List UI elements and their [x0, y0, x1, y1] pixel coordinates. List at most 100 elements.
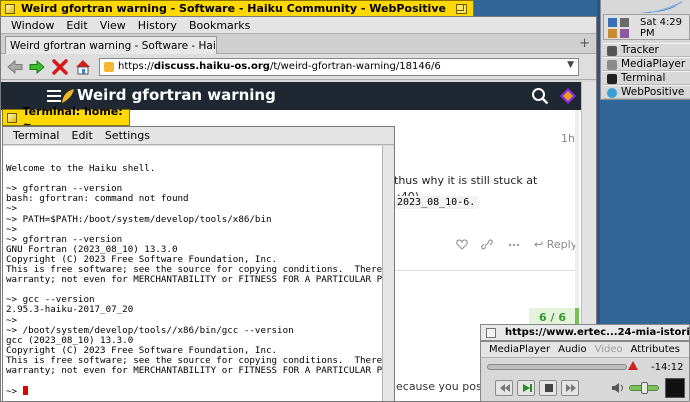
- rewind-icon: [500, 384, 510, 392]
- post-time: 1h: [561, 132, 575, 145]
- window-close-icon[interactable]: [5, 3, 15, 14]
- deskbar-app-tracker[interactable]: Tracker: [603, 43, 690, 57]
- play-button[interactable]: [517, 380, 535, 396]
- terminal-line: warranty; not even for MERCHANTABILITY o…: [6, 274, 395, 286]
- fast-forward-button[interactable]: [561, 380, 579, 396]
- stop-icon: [545, 384, 553, 392]
- terminal-line: 2.95.3-haiku-2017_07_20: [6, 304, 134, 316]
- play-icon: [523, 384, 532, 392]
- terminal-icon: [607, 74, 617, 84]
- menu-window[interactable]: Window: [11, 19, 54, 32]
- mediaplayer-title-tab[interactable]: https://www.ertec...24-mia-istoria.mp3: [480, 324, 690, 341]
- tray-app-icon[interactable]: [608, 29, 617, 38]
- time-remaining: -14:12: [651, 362, 684, 373]
- menu-mediaplayer[interactable]: MediaPlayer: [489, 344, 550, 355]
- mediaplayer-icon: [607, 60, 617, 70]
- forward-arrow-icon[interactable]: [28, 58, 46, 76]
- url-dropdown-icon[interactable]: ▼: [567, 60, 574, 70]
- post-code: 2023_08_10-6.: [394, 196, 479, 209]
- new-tab-icon[interactable]: +: [579, 36, 590, 51]
- terminal-line: Welcome to the Haiku shell.: [6, 163, 156, 175]
- url-host: discuss.haiku-os.org: [153, 61, 270, 72]
- browser-title-tab[interactable]: Weird gfortran warning - Software - Haik…: [0, 0, 474, 16]
- volume-thumb[interactable]: [641, 382, 648, 394]
- deskbar-app-label: WebPositive: [621, 86, 685, 98]
- deskbar-app-webpositive[interactable]: WebPositive: [603, 85, 690, 99]
- volume-icon[interactable]: [620, 18, 629, 27]
- terminal-close-icon[interactable]: [7, 113, 17, 123]
- deskbar: Sat 4:29 PM Tracker MediaPlayer Terminal…: [600, 0, 690, 100]
- menu-bookmarks[interactable]: Bookmarks: [189, 19, 250, 32]
- hamburger-menu-icon[interactable]: [47, 90, 61, 102]
- post-actions: ↩ Reply: [456, 238, 581, 252]
- tracker-icon: [607, 46, 617, 56]
- url-path: /t/weird-gfortran-warning/18146/6: [269, 61, 441, 72]
- share-link-icon[interactable]: [481, 239, 493, 250]
- terminal-output[interactable]: Welcome to the Haiku shell. ~> gfortran …: [3, 146, 395, 401]
- browser-menubar: Window Edit View History Bookmarks: [1, 17, 596, 34]
- mediaplayer-title: https://www.ertec...24-mia-istoria.mp3: [505, 327, 690, 338]
- rewind-button[interactable]: [495, 380, 513, 396]
- browser-navbar: https://discuss.haiku-os.org/t/weird-gfo…: [1, 54, 596, 80]
- seek-slider[interactable]: [487, 364, 627, 370]
- menu-video: Video: [594, 344, 623, 355]
- terminal-line: ~> PATH=$PATH:/boot/system/develop/tools…: [6, 213, 272, 225]
- terminal-scrollbar[interactable]: [382, 146, 394, 401]
- terminal-prompt-line: ~>: [6, 386, 383, 398]
- terminal-line: bash: gfortran: command not found: [6, 193, 189, 205]
- back-arrow-icon[interactable]: [6, 58, 24, 76]
- webpositive-icon: [607, 88, 617, 98]
- browser-tabstrip: Weird gfortran warning - Software - Haik…: [1, 34, 596, 54]
- terminal-window: Terminal Edit Settings Welcome to the Ha…: [2, 126, 395, 402]
- menu-edit[interactable]: Edit: [66, 19, 87, 32]
- album-art: [665, 378, 685, 398]
- post-text-line: thus why it is still stuck at: [394, 174, 538, 187]
- url-prefix: https://: [118, 61, 154, 72]
- mediaplayer-menubar: MediaPlayer Audio Video Attributes: [481, 342, 689, 358]
- terminal-prompt: ~>: [6, 386, 23, 398]
- seek-thumb[interactable]: [628, 361, 638, 370]
- menu-view[interactable]: View: [100, 19, 126, 32]
- home-icon[interactable]: [74, 58, 92, 76]
- deskbar-app-label: Terminal: [621, 72, 666, 84]
- reply-label: Reply: [546, 238, 578, 251]
- menu-settings[interactable]: Settings: [105, 129, 150, 142]
- fast-forward-icon: [566, 384, 576, 392]
- menu-audio[interactable]: Audio: [558, 344, 586, 355]
- menu-attributes[interactable]: Attributes: [631, 344, 680, 355]
- like-heart-icon[interactable]: [456, 239, 468, 250]
- url-input[interactable]: https://discuss.haiku-os.org/t/weird-gfo…: [99, 58, 579, 76]
- deskbar-app-mediaplayer[interactable]: MediaPlayer: [603, 57, 690, 71]
- user-avatar-icon[interactable]: [559, 87, 577, 105]
- tray-app-icon[interactable]: [620, 29, 629, 38]
- search-icon[interactable]: [531, 87, 549, 105]
- browser-tab[interactable]: Weird gfortran warning - Software - Haik…: [5, 36, 217, 54]
- menu-terminal[interactable]: Terminal: [13, 129, 60, 142]
- terminal-cursor: [22, 386, 28, 396]
- clock[interactable]: Sat 4:29 PM: [640, 17, 689, 39]
- haiku-leaf-icon[interactable]: [631, 0, 690, 14]
- terminal-line: warranty; not even for MERCHANTABILITY o…: [6, 364, 395, 376]
- post-divider: [394, 270, 579, 271]
- stop-icon[interactable]: [51, 58, 69, 76]
- more-options-icon[interactable]: [508, 239, 520, 250]
- terminal-title-tab[interactable]: Terminal: home: ~: [2, 105, 130, 131]
- mediaplayer-window: MediaPlayer Audio Video Attributes -14:1…: [480, 341, 690, 402]
- haiku-leaf-icon: [62, 89, 74, 103]
- menu-history[interactable]: History: [138, 19, 177, 32]
- network-icon[interactable]: [608, 18, 617, 27]
- speaker-icon[interactable]: [611, 382, 625, 394]
- system-tray: Sat 4:29 PM: [603, 14, 690, 40]
- deskbar-app-label: Tracker: [621, 44, 659, 56]
- site-favicon-icon: [104, 62, 114, 72]
- deskbar-app-terminal[interactable]: Terminal: [603, 71, 690, 85]
- terminal-menubar: Terminal Edit Settings: [3, 127, 394, 145]
- mediaplayer-close-icon[interactable]: [486, 328, 496, 338]
- reply-button[interactable]: ↩ Reply: [534, 238, 577, 251]
- window-zoom-icon[interactable]: [455, 3, 467, 14]
- menu-edit[interactable]: Edit: [72, 129, 93, 142]
- stop-button[interactable]: [539, 380, 557, 396]
- browser-window-title: Weird gfortran warning - Software - Haik…: [21, 2, 446, 15]
- topic-title: Weird gfortran warning: [77, 86, 276, 104]
